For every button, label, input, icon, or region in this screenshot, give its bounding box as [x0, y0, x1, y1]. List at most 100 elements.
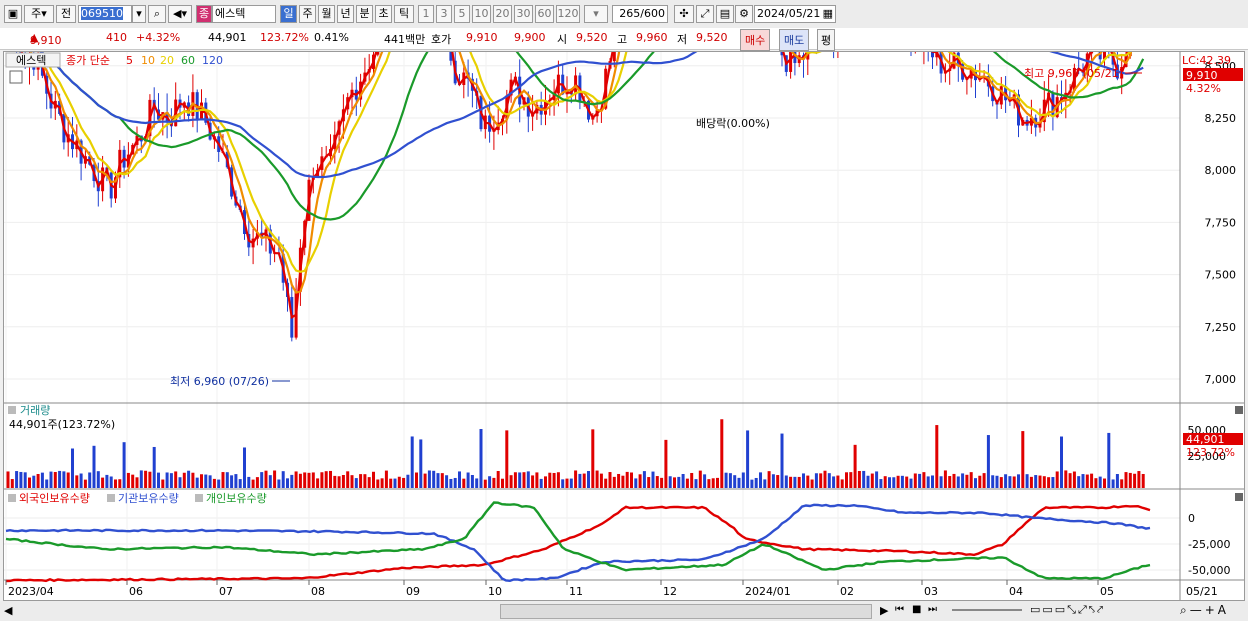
zoom-slider[interactable] [952, 609, 1022, 611]
volume-bar [139, 470, 143, 488]
volume-bar [251, 479, 255, 488]
scroll-last-icon[interactable]: ⏭ [928, 604, 937, 615]
volume-bar [763, 479, 767, 488]
tab-period-week[interactable]: 주 [299, 5, 316, 23]
code-dropdown-button[interactable]: ▾ [132, 5, 146, 23]
scroll-right-arrow[interactable]: ▶ [880, 604, 888, 617]
volume-panel-close-icon[interactable] [1235, 406, 1243, 414]
search-icon[interactable]: ⌕ [148, 5, 166, 23]
legend-institution: 기관보유수량 [118, 492, 179, 505]
minute-5[interactable]: 5 [454, 5, 470, 23]
tab-period-day[interactable]: 일 [280, 5, 297, 23]
volume-bar [870, 473, 874, 488]
volume-bar [324, 471, 328, 488]
volume-bar [384, 470, 388, 488]
speaker-icon[interactable]: ◀▾ [168, 5, 192, 23]
volume-bar [879, 479, 883, 488]
volume-bar [802, 473, 805, 488]
minute-10[interactable]: 10 [472, 5, 491, 23]
volume-bar [986, 435, 990, 488]
volume-bar [311, 472, 315, 488]
volume-bar [578, 473, 582, 488]
volume-bar [548, 472, 552, 488]
volume-current-text: 44,901 [1186, 433, 1225, 446]
stock-chart-svg[interactable]: 9,7509,5009,2509,0008,7508,5008,2508,000… [4, 0, 1244, 600]
volume-bar [1017, 474, 1020, 488]
layout-icons[interactable]: ▭▭▭⤡⤢⤣⤤ [1030, 603, 1105, 617]
calendar-icon[interactable]: ▦ [823, 6, 833, 22]
volume-bar [582, 473, 586, 488]
sell-button[interactable]: 매도 [779, 29, 810, 51]
bottom-scrollbar[interactable]: ◀ ▶ ⏮ ■ ⏭ ▭▭▭⤡⤢⤣⤤ ⌕—+A [0, 601, 1248, 621]
tab-period-year[interactable]: 년 [337, 5, 354, 23]
volume-bar [217, 479, 221, 488]
volume-bar [999, 477, 1003, 488]
indicator-menu-icon[interactable] [9, 70, 23, 84]
stock-name-field[interactable]: 에스텍 [212, 5, 276, 23]
ma-period-60: 60 [181, 54, 195, 67]
minute-20[interactable]: 20 [493, 5, 512, 23]
volume-bar [776, 475, 780, 488]
holding-line [5, 501, 1151, 581]
x-tick-label: 10 [488, 585, 502, 598]
scroll-thumb[interactable] [500, 604, 872, 619]
volume-bar [746, 430, 750, 488]
minute-120[interactable]: 120 [556, 5, 580, 23]
tab-period-minute[interactable]: 분 [356, 5, 373, 23]
holding-panel-close-icon[interactable] [1235, 493, 1243, 501]
volume-bar [178, 477, 182, 488]
low-label: 저 [677, 33, 688, 46]
tab-period-tick[interactable]: 틱 [394, 5, 414, 23]
volume-bar [1094, 478, 1098, 488]
minute-custom-select[interactable]: ▾ [584, 5, 608, 23]
layout-icon[interactable]: ▣ [4, 5, 22, 23]
code-input[interactable]: 069510 [78, 5, 132, 23]
volume-bar [978, 475, 982, 488]
volume-bar [819, 473, 823, 488]
volume-panel-icon[interactable] [8, 406, 16, 414]
chart-area[interactable]: 9,7509,5009,2509,0008,7508,5008,2508,000… [3, 0, 1245, 601]
volume-title: 거래량 [20, 404, 50, 417]
turnover-ratio: 0.41% [314, 31, 349, 44]
volume-bar [900, 475, 904, 488]
period-type-select[interactable]: 주▾ [24, 5, 54, 23]
draw-tool-icon[interactable]: ⤢ [696, 5, 714, 23]
prev-button[interactable]: 전 [56, 5, 76, 23]
volume-bar [660, 477, 664, 488]
candles [6, 0, 1137, 342]
count-input[interactable]: 265/600 [612, 5, 668, 23]
volume-bar [789, 476, 793, 488]
zoom-in-icon[interactable]: ✣ [674, 5, 694, 23]
volume-bar [118, 479, 122, 488]
volume-bar [513, 472, 517, 488]
minute-60[interactable]: 60 [535, 5, 554, 23]
volume-bar [423, 473, 427, 488]
volume-bar [1072, 471, 1076, 488]
scroll-first-icon[interactable]: ⏮ [895, 604, 904, 615]
volume-bar [1034, 475, 1038, 488]
volume-bar [294, 471, 298, 488]
tab-period-month[interactable]: 월 [318, 5, 335, 23]
buy-button[interactable]: 매수 [740, 29, 771, 51]
date-input[interactable]: 2024/05/21 ▦ [754, 5, 836, 23]
zoom-controls[interactable]: ⌕—+A [1180, 603, 1229, 618]
gear-icon[interactable]: ⚙ [735, 5, 753, 23]
tab-period-second[interactable]: 초 [375, 5, 392, 23]
minute-1[interactable]: 1 [418, 5, 434, 23]
scroll-left-arrow[interactable]: ◀ [4, 604, 12, 617]
volume-bar [1090, 473, 1094, 488]
minute-3[interactable]: 3 [436, 5, 452, 23]
volume-value: 44,901 [208, 31, 247, 44]
volume-bar [354, 478, 358, 488]
high-label: 고 [617, 33, 628, 46]
save-icon[interactable]: ▤ [716, 5, 734, 23]
candle-body [789, 46, 793, 72]
volume-bar [19, 471, 23, 488]
eval-button[interactable]: 평 [817, 29, 836, 51]
minute-30[interactable]: 30 [514, 5, 533, 23]
stop-icon[interactable]: ■ [912, 604, 921, 615]
volume-bar [604, 478, 608, 488]
volume-bar [92, 445, 96, 488]
volume-bar [668, 476, 672, 488]
volume-bar [707, 479, 711, 488]
